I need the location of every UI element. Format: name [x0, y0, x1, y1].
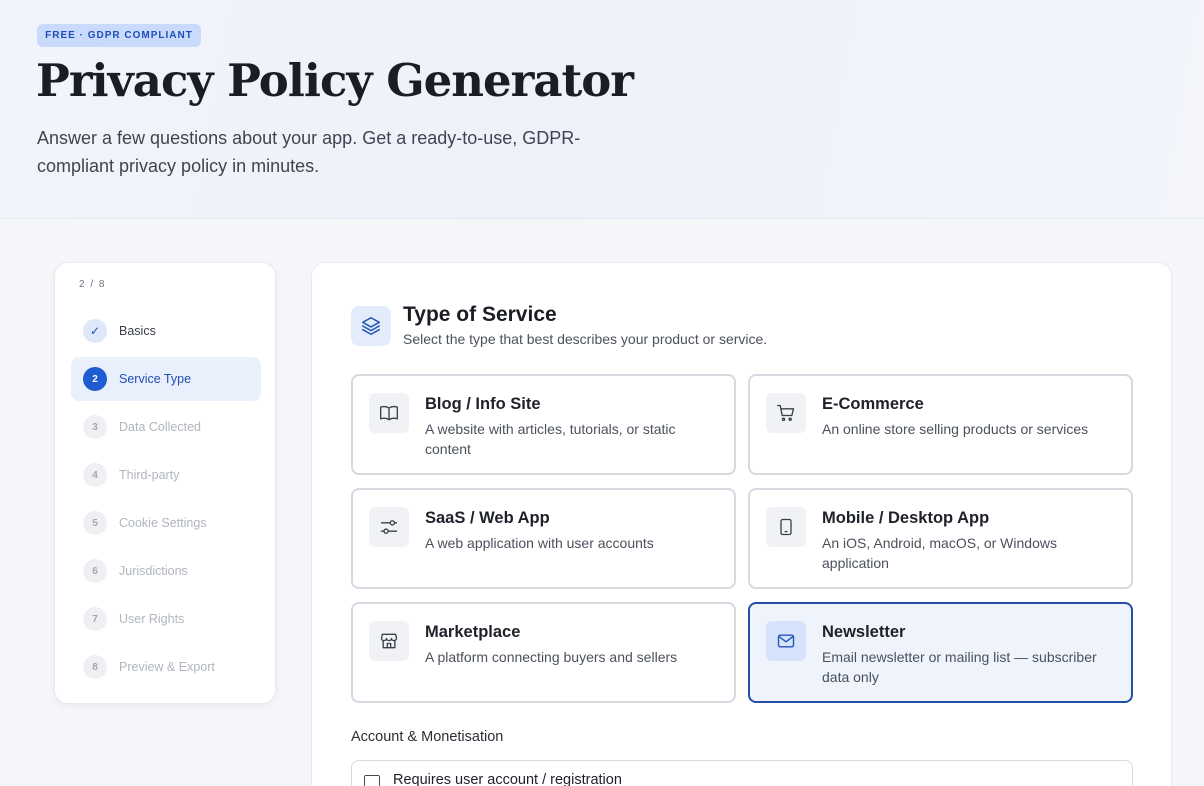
requires-account-option[interactable]: Requires user account / registration [351, 760, 1133, 786]
section-title: Type of Service [403, 303, 557, 326]
option-title: Newsletter [822, 623, 906, 641]
step-number: 4 [83, 463, 107, 487]
option-description: A web application with user accounts [425, 535, 654, 551]
step-label: Data Collected [119, 420, 201, 434]
wizard-stepper: 2 / 8 ✓ Basics 2 Service Type 3 Data Col… [54, 262, 276, 704]
compliance-badge: FREE · GDPR COMPLIANT [37, 24, 201, 47]
step-label: Cookie Settings [119, 516, 207, 530]
option-saas[interactable]: SaaS / Web App A web application with us… [351, 488, 736, 589]
service-type-panel: Type of Service Select the type that bes… [311, 262, 1172, 786]
step-number: 6 [83, 559, 107, 583]
step-number: 8 [83, 655, 107, 679]
option-description: An online store selling products or serv… [822, 421, 1089, 437]
option-mobile-desktop[interactable]: Mobile / Desktop App An iOS, Android, ma… [748, 488, 1133, 589]
option-description: A platform connecting buyers and sellers [425, 649, 678, 665]
step-number: 2 [83, 367, 107, 391]
option-ecommerce[interactable]: E-Commerce An online store selling produ… [748, 374, 1133, 475]
step-basics[interactable]: ✓ Basics [71, 309, 261, 353]
step-user-rights[interactable]: 7 User Rights [71, 597, 261, 641]
step-label: Third-party [119, 468, 180, 482]
option-newsletter[interactable]: Newsletter Email newsletter or mailing l… [748, 602, 1133, 703]
requires-account-label: Requires user account / registration [393, 772, 622, 786]
option-title: Blog / Info Site [425, 395, 541, 413]
step-jurisdictions[interactable]: 6 Jurisdictions [71, 549, 261, 593]
step-progress: 2 / 8 [79, 279, 106, 290]
requires-account-checkbox[interactable] [364, 775, 380, 786]
hero-header: FREE · GDPR COMPLIANT Privacy Policy Gen… [0, 0, 1204, 219]
step-number: 5 [83, 511, 107, 535]
step-cookie-settings[interactable]: 5 Cookie Settings [71, 501, 261, 545]
book-icon [369, 393, 409, 433]
step-data-collected[interactable]: 3 Data Collected [71, 405, 261, 449]
store-icon [369, 621, 409, 661]
section-subtitle: Select the type that best describes your… [403, 331, 768, 347]
cart-icon [766, 393, 806, 433]
check-icon: ✓ [83, 319, 107, 343]
step-third-party[interactable]: 4 Third-party [71, 453, 261, 497]
option-title: Marketplace [425, 623, 521, 641]
tablet-icon [766, 507, 806, 547]
mail-icon [766, 621, 806, 661]
step-number: 3 [83, 415, 107, 439]
option-blog[interactable]: Blog / Info Site A website with articles… [351, 374, 736, 475]
option-title: SaaS / Web App [425, 509, 550, 527]
option-description: An iOS, Android, macOS, or Windows appli… [822, 535, 1057, 571]
page-subtitle: Answer a few questions about your app. G… [37, 128, 581, 176]
step-number: 7 [83, 607, 107, 631]
page-title: Privacy Policy Generator [36, 54, 634, 107]
step-preview-export[interactable]: 8 Preview & Export [71, 645, 261, 689]
step-service-type[interactable]: 2 Service Type [71, 357, 261, 401]
step-label: User Rights [119, 612, 185, 626]
option-marketplace[interactable]: Marketplace A platform connecting buyers… [351, 602, 736, 703]
option-title: E-Commerce [822, 395, 924, 413]
option-description: A website with articles, tutorials, or s… [425, 421, 676, 457]
account-monetisation-label: Account & Monetisation [351, 729, 504, 745]
step-label: Service Type [119, 372, 192, 386]
step-label: Basics [119, 324, 156, 338]
layers-icon [351, 306, 391, 346]
sliders-icon [369, 507, 409, 547]
option-description: Email newsletter or mailing list — subsc… [822, 649, 1097, 685]
option-title: Mobile / Desktop App [822, 509, 990, 527]
step-label: Preview & Export [119, 660, 215, 674]
step-label: Jurisdictions [119, 564, 188, 578]
